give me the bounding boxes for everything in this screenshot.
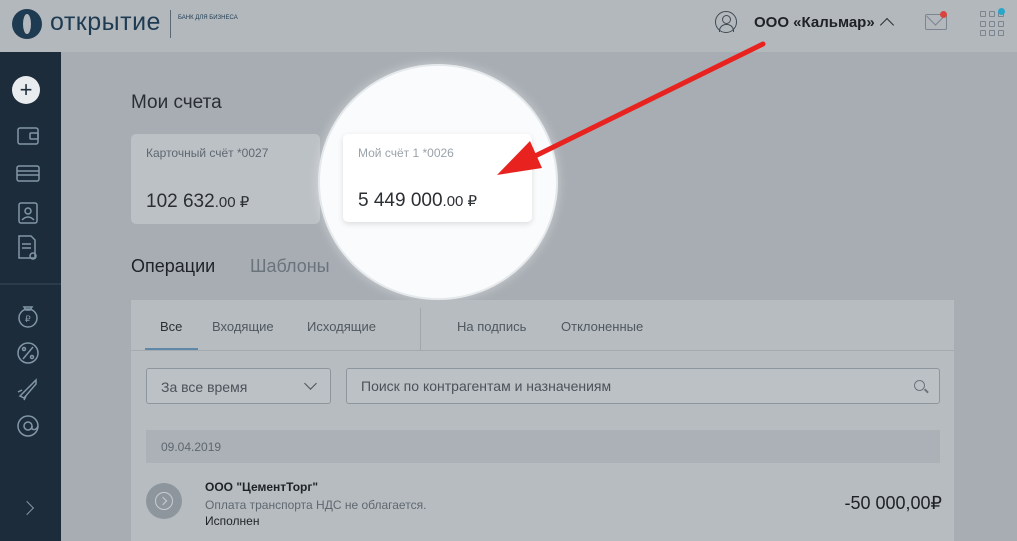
- annotation-arrow: [497, 41, 766, 175]
- arrow-shaft: [524, 41, 766, 163]
- arrow-head: [497, 141, 542, 175]
